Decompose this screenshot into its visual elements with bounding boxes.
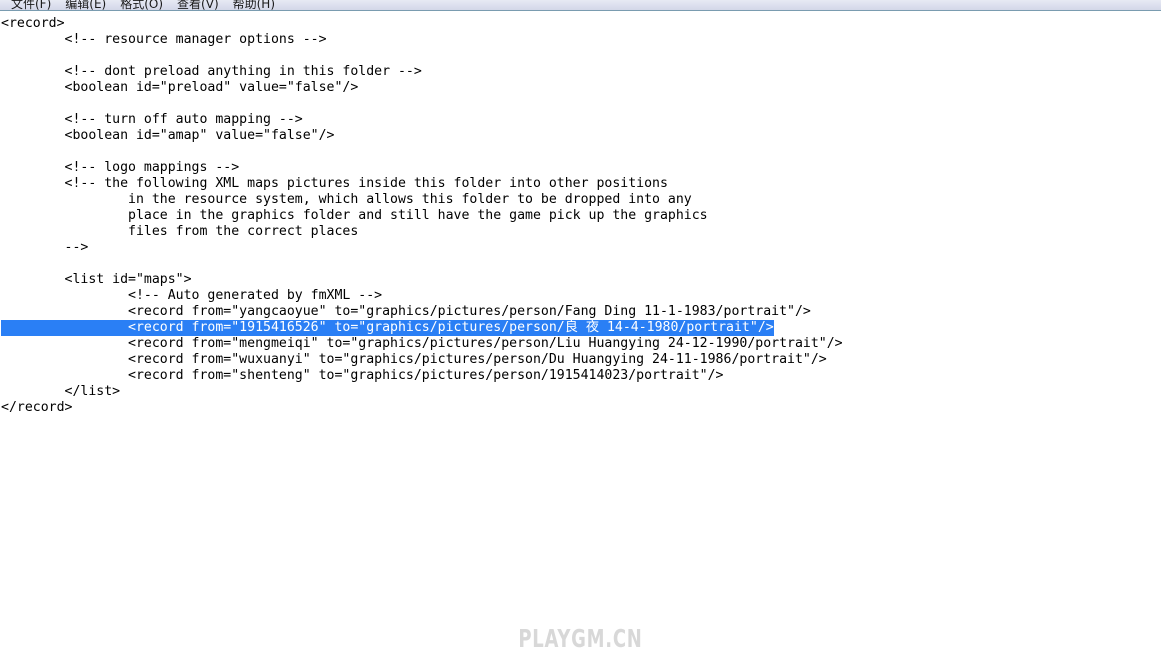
code-line[interactable]: <!-- logo mappings --> [1,160,1161,176]
menu-file[interactable]: 文件(F) [4,0,58,10]
code-line[interactable]: files from the correct places [1,224,1161,240]
menu-bar: 文件(F) 编辑(E) 格式(O) 查看(V) 帮助(H) [0,0,1161,11]
code-line[interactable]: in the resource system, which allows thi… [1,192,1161,208]
code-line[interactable]: <!-- turn off auto mapping --> [1,112,1161,128]
menu-help[interactable]: 帮助(H) [226,0,282,10]
code-line-wrapper: <record from="1915416526" to="graphics/p… [1,320,1161,336]
code-line[interactable] [1,48,1161,64]
code-line[interactable] [1,256,1161,272]
code-line[interactable]: <record> [1,16,1161,32]
code-line[interactable]: <record from="wuxuanyi" to="graphics/pic… [1,352,1161,368]
code-line[interactable]: <!-- Auto generated by fmXML --> [1,288,1161,304]
code-line[interactable]: <!-- dont preload anything in this folde… [1,64,1161,80]
code-line[interactable]: </record> [1,400,1161,416]
code-line[interactable] [1,144,1161,160]
code-line[interactable]: <record from="yangcaoyue" to="graphics/p… [1,304,1161,320]
code-line[interactable]: <!-- the following XML maps pictures ins… [1,176,1161,192]
code-line[interactable]: --> [1,240,1161,256]
menu-view[interactable]: 查看(V) [170,0,226,10]
code-line[interactable]: <record from="mengmeiqi" to="graphics/pi… [1,336,1161,352]
code-line-selected[interactable]: <record from="1915416526" to="graphics/p… [1,320,774,336]
code-line[interactable]: place in the graphics folder and still h… [1,208,1161,224]
menu-format[interactable]: 格式(O) [113,0,170,10]
menu-edit[interactable]: 编辑(E) [58,0,113,10]
code-line[interactable]: <boolean id="amap" value="false"/> [1,128,1161,144]
code-line[interactable]: <list id="maps"> [1,272,1161,288]
code-line[interactable]: <!-- resource manager options --> [1,32,1161,48]
code-line[interactable] [1,96,1161,112]
code-line[interactable]: <boolean id="preload" value="false"/> [1,80,1161,96]
code-line[interactable]: <record from="shenteng" to="graphics/pic… [1,368,1161,384]
code-line[interactable]: </list> [1,384,1161,400]
text-editor-area[interactable]: <record> <!-- resource manager options -… [0,12,1161,656]
